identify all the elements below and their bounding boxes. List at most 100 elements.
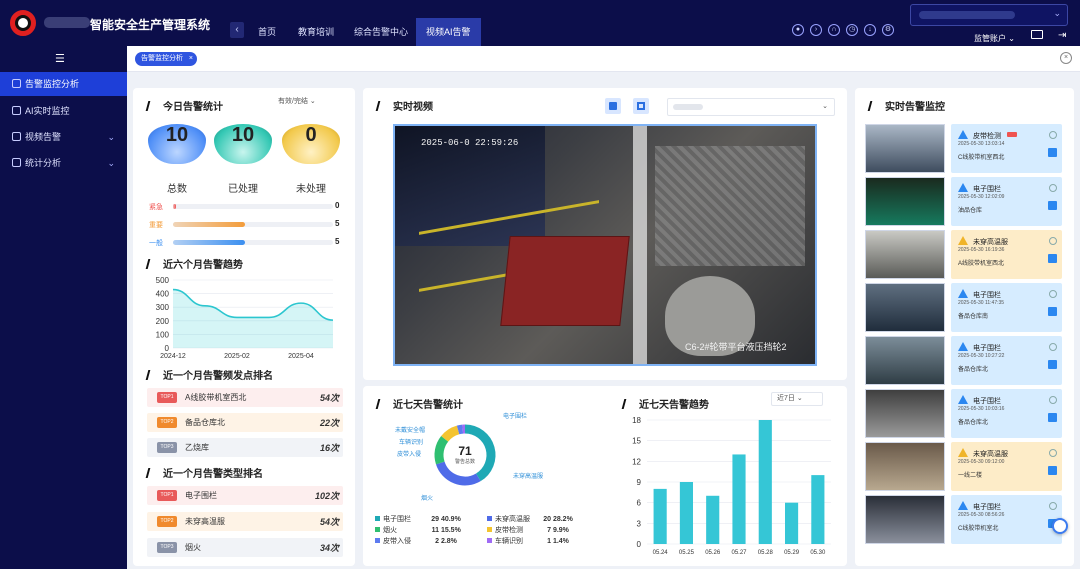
single-view-icon[interactable] [605, 98, 621, 114]
alert-thumbnail[interactable] [865, 230, 945, 279]
bar [758, 420, 772, 544]
sidebar-item-alarm-analysis[interactable]: 告警监控分析 [0, 72, 127, 96]
video-feed[interactable]: 2025-06-0 22:59:26 C6-2#轮带平台液压挡轮2 [393, 124, 817, 366]
rank-type-row-2[interactable]: TOP2 未穿高温服 54次 [147, 512, 343, 531]
alert-item[interactable]: 电子围栏 2025-05-30 11:47:35 备品仓库南 [865, 283, 1062, 332]
sidebar-item-video-alarm[interactable]: 视频告警 ⌄ [0, 125, 127, 149]
x-tick-label: 05.25 [679, 550, 695, 556]
alert-item[interactable]: 电子围栏 2025-05-30 12:02:09 油品仓库 [865, 177, 1062, 226]
donut-slice [456, 424, 464, 435]
info-icon[interactable] [1049, 237, 1057, 245]
nav-video-ai[interactable]: 视频AI告警 [416, 18, 481, 46]
rank-location-row-1[interactable]: TOP1 A线胶带机室西北 54次 [147, 388, 343, 407]
rank-type-row-1[interactable]: TOP1 电子围栏 102次 [147, 486, 343, 505]
menu-collapse-icon[interactable]: ☰ [55, 52, 65, 65]
alert-thumbnail[interactable] [865, 389, 945, 438]
x-tick-label: 05.27 [731, 550, 747, 556]
nav-home[interactable]: 首页 [248, 18, 286, 46]
alert-location: 油品仓库 [958, 208, 983, 214]
warning-icon [958, 236, 968, 245]
alert-card[interactable]: 未穿高温服 2025-05-30 16:19:36 A线胶带机室西北 [951, 230, 1062, 279]
info-icon[interactable] [1049, 290, 1057, 298]
alert-card[interactable]: 电子围栏 2025-05-30 10:27:22 备品仓库北 [951, 336, 1062, 385]
stat-total: 10 总数 [147, 124, 207, 195]
alert-card[interactable]: 电子围栏 2025-05-30 11:47:35 备品仓库南 [951, 283, 1062, 332]
alert-item[interactable]: 皮带检测 2025-05-30 13:03:14 C线胶带机室西北 [865, 124, 1062, 173]
play-icon[interactable] [1048, 148, 1057, 157]
rank-type-row-3[interactable]: TOP3 烟火 34次 [147, 538, 343, 557]
legend-count: 11 [431, 527, 439, 534]
alert-item[interactable]: 未穿高温服 2025-05-30 16:19:36 A线胶带机室西北 [865, 230, 1062, 279]
alert-location: A线胶带机室西北 [958, 261, 1005, 267]
grid-view-icon[interactable] [633, 98, 649, 114]
alert-card[interactable]: 电子围栏 2025-05-30 12:02:09 油品仓库 [951, 177, 1062, 226]
week-trend-filter[interactable]: 近7日 ⌄ [771, 392, 823, 406]
legend-pct: 40.9% [440, 516, 461, 523]
alert-item[interactable]: 电子围栏 2025-05-30 10:27:22 备品仓库北 [865, 336, 1062, 385]
rank-location-row-2[interactable]: TOP2 备品仓库北 22次 [147, 413, 343, 432]
alert-thumbnail[interactable] [865, 336, 945, 385]
info-icon[interactable] [1049, 343, 1057, 351]
account-select[interactable]: ⌄ [910, 4, 1068, 26]
rank-count: 22次 [319, 418, 339, 428]
info-icon[interactable] [1049, 449, 1057, 457]
play-icon[interactable] [1048, 413, 1057, 422]
alert-card[interactable]: 皮带检测 2025-05-30 13:03:14 C线胶带机室西北 [951, 124, 1062, 173]
alert-card[interactable]: 电子围栏 2025-05-30 08:56:26 C线胶带机室北 [951, 495, 1062, 544]
record-icon[interactable]: ● [792, 24, 804, 36]
x-tick-label: 05.24 [653, 550, 669, 556]
close-all-icon[interactable]: × [1060, 52, 1072, 64]
alert-card[interactable]: 电子围栏 2025-05-30 10:03:16 备品仓库北 [951, 389, 1062, 438]
company-name-redacted [44, 17, 90, 28]
play-icon[interactable] [1048, 360, 1057, 369]
x-tick-label: 05.30 [810, 550, 826, 556]
tab-close-icon[interactable]: × [189, 52, 193, 66]
tab-alarm-analysis[interactable]: 告警监控分析 × [135, 52, 197, 66]
play-icon[interactable] [1048, 307, 1057, 316]
download-icon[interactable]: ↓ [864, 24, 876, 36]
alert-item[interactable]: 未穿高温服 2025-05-30 09:12:00 一线二楼 [865, 442, 1062, 491]
today-filter[interactable]: 有效/完结 ⌄ [273, 96, 333, 110]
play-icon[interactable] [1048, 254, 1057, 263]
logout-icon[interactable]: ⇥ [1058, 30, 1066, 41]
alert-item[interactable]: 电子围栏 2025-05-30 10:03:16 备品仓库北 [865, 389, 1062, 438]
sidebar-item-label: AI实时监控 [25, 106, 70, 116]
info-icon[interactable] [1049, 502, 1057, 510]
headset-icon[interactable]: ∩ [828, 24, 840, 36]
nav-training[interactable]: 教育培训 [288, 18, 344, 46]
alert-time: 2025-05-30 10:03:16 [958, 406, 1005, 412]
account-menu[interactable]: 监管账户 ⌄ [974, 33, 1015, 44]
settings-icon[interactable]: ⚙ [882, 24, 894, 36]
alert-thumbnail[interactable] [865, 442, 945, 491]
info-icon[interactable] [1049, 131, 1057, 139]
camera-select[interactable]: ⌄ [667, 98, 835, 116]
y-tick-label: 18 [632, 416, 641, 425]
sidebar-item-ai-monitor[interactable]: AI实时监控 [0, 99, 127, 123]
play-icon[interactable] [1048, 201, 1057, 210]
alert-thumbnail[interactable] [865, 495, 945, 544]
info-icon[interactable] [1049, 396, 1057, 404]
nav-back-icon[interactable]: ‹ [230, 22, 244, 38]
warning-icon [958, 342, 968, 351]
bar [679, 482, 693, 544]
alert-location: C线胶带机室西北 [958, 155, 1005, 161]
sidebar-item-label: 告警监控分析 [25, 79, 80, 89]
info-icon[interactable] [1049, 184, 1057, 192]
alert-type: 电子围栏 [973, 345, 1001, 352]
alert-thumbnail[interactable] [865, 124, 945, 173]
alert-item[interactable]: 电子围栏 2025-05-30 08:56:26 C线胶带机室北 [865, 495, 1062, 544]
assistant-float-icon[interactable] [1052, 518, 1068, 534]
legend-row: 电子围栏 29 40.9% [375, 514, 461, 524]
chevron-right-icon[interactable]: › [810, 24, 822, 36]
sidebar-item-statistics[interactable]: 统计分析 ⌄ [0, 151, 127, 175]
video-title: 实时视频 [375, 98, 433, 113]
nav-alarm-center[interactable]: 综合告警中心 [344, 18, 418, 46]
legend-count: 1 [547, 538, 551, 545]
alert-thumbnail[interactable] [865, 283, 945, 332]
clock-icon[interactable]: ◷ [846, 24, 858, 36]
mail-icon[interactable] [1031, 30, 1043, 39]
rank-location-row-3[interactable]: TOP3 乙烧库 16次 [147, 438, 343, 457]
play-icon[interactable] [1048, 466, 1057, 475]
alert-thumbnail[interactable] [865, 177, 945, 226]
alert-card[interactable]: 未穿高温服 2025-05-30 09:12:00 一线二楼 [951, 442, 1062, 491]
